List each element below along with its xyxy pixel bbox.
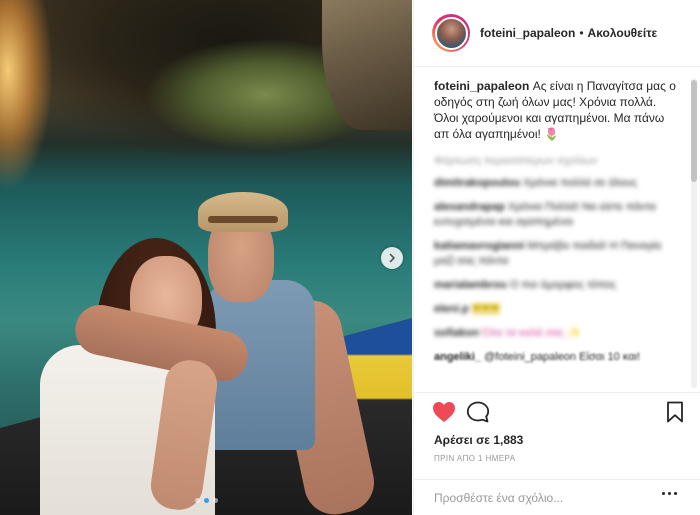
- post-header: foteini_papaleon • Ακολουθείτε: [414, 0, 700, 67]
- comment-username[interactable]: sofiakon: [434, 327, 479, 339]
- comment-text: ❤❤❤: [471, 303, 500, 315]
- add-comment-bar: [414, 479, 700, 515]
- avatar-ring[interactable]: [432, 14, 470, 52]
- comment-username[interactable]: dimitrakopoulou: [434, 177, 520, 189]
- header-separator: •: [579, 26, 584, 40]
- comment-item: sofiakon Όλα τα καλά σας ✨: [434, 326, 679, 341]
- comment-bubble-icon: [466, 401, 490, 423]
- photo-hat: [198, 192, 288, 232]
- comment-username[interactable]: marialambrou: [434, 279, 507, 291]
- like-button[interactable]: [432, 401, 456, 428]
- carousel-dot: [212, 498, 218, 503]
- follow-status-button[interactable]: Ακολουθείτε: [588, 26, 658, 40]
- action-icon-row: [432, 401, 687, 425]
- carousel-dots: [0, 498, 412, 503]
- comment-item: dimitrakopoulou Χρόνια πολλά σε όλους: [434, 176, 679, 191]
- comment-text: @foteini_papaleon Είσαι 10 και!: [484, 351, 641, 363]
- post-side-panel: foteini_papaleon • Ακολουθείτε foteini_p…: [413, 0, 700, 515]
- heart-filled-icon: [433, 402, 455, 422]
- caption-username[interactable]: foteini_papaleon: [434, 79, 529, 93]
- likes-count[interactable]: Αρέσει σε 1,883: [434, 433, 523, 447]
- comment-text: Χρόνια πολλά σε όλους: [523, 177, 638, 189]
- carousel-next-button[interactable]: [381, 247, 403, 269]
- more-options-icon[interactable]: [662, 492, 677, 495]
- header-username[interactable]: foteini_papaleon: [480, 26, 575, 40]
- carousel-dot-active: [203, 498, 209, 503]
- comment-item: katiamavrogianni Μπράβο παιδιά! Η Παναγί…: [434, 239, 679, 269]
- comment-item: alexandrapap Χρόνια Πολλά! Να είστε πάντ…: [434, 200, 679, 230]
- post-photo[interactable]: [0, 0, 412, 515]
- bookmark-icon: [667, 401, 683, 423]
- save-button[interactable]: [665, 401, 685, 428]
- comments-scrollbar[interactable]: [691, 78, 697, 388]
- comment-button[interactable]: [466, 401, 490, 428]
- photo-hat-band: [208, 216, 278, 223]
- comment-username[interactable]: katiamavrogianni: [434, 240, 524, 252]
- comment-username[interactable]: alexandrapap: [434, 201, 505, 213]
- add-comment-input[interactable]: [434, 491, 634, 505]
- comment-item: angeliki_ @foteini_papaleon Είσαι 10 και…: [434, 350, 679, 365]
- caption: foteini_papaleon Ας είναι η Παναγίτσα μα…: [434, 78, 679, 142]
- post-timestamp: ΠΡΙΝ ΑΠΟ 1 ΗΜΕΡΑ: [434, 454, 516, 463]
- comment-username[interactable]: angeliki_: [434, 351, 481, 363]
- avatar[interactable]: [434, 16, 468, 50]
- comment-username[interactable]: eleni.p: [434, 303, 469, 315]
- chevron-right-icon: [389, 253, 395, 263]
- comment-text: Όλα τα καλά σας ✨: [482, 327, 581, 339]
- comment-text: Ο πιο όμορφος τόπος: [509, 279, 617, 291]
- load-more-comments-link[interactable]: Φόρτωση περισσότερων σχολίων: [434, 155, 679, 167]
- comment-item: marialambrou Ο πιο όμορφος τόπος: [434, 278, 679, 293]
- carousel-dot: [194, 498, 200, 503]
- comments-list[interactable]: foteini_papaleon Ας είναι η Παναγίτσα μα…: [414, 68, 700, 391]
- post-actions: Αρέσει σε 1,883 ΠΡΙΝ ΑΠΟ 1 ΗΜΕΡΑ: [414, 392, 700, 515]
- comments-scrollbar-thumb[interactable]: [691, 80, 697, 182]
- comment-item: eleni.p ❤❤❤: [434, 302, 679, 317]
- tulip-emoji: 🌷: [544, 127, 560, 141]
